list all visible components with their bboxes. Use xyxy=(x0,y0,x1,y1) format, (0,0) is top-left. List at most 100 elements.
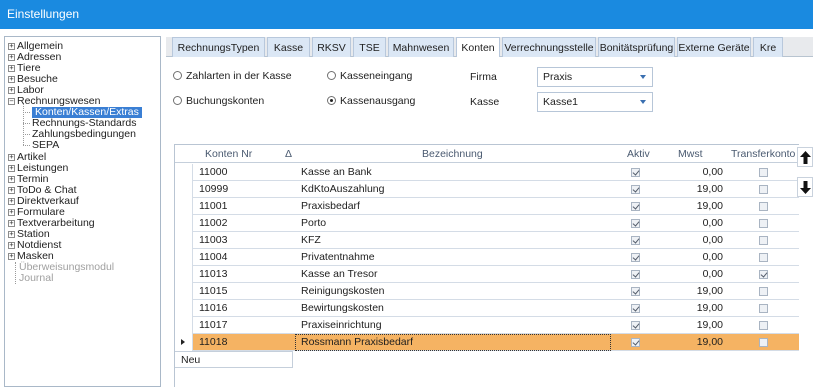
aktiv-checkbox[interactable] xyxy=(631,304,640,313)
row-indicator[interactable] xyxy=(175,266,193,283)
column-header-konten-nr[interactable]: Konten Nr xyxy=(205,145,252,163)
table-row[interactable]: 11001 Praxisbedarf 19,00 xyxy=(175,198,799,215)
cell-bezeichnung[interactable]: KFZ xyxy=(301,232,321,249)
expand-plus-icon[interactable]: + xyxy=(8,219,15,227)
cell-bezeichnung[interactable]: Privatentnahme xyxy=(301,249,375,266)
cell-mwst[interactable]: 0,00 xyxy=(665,232,723,249)
table-row[interactable]: 11018 Rossmann Praxisbedarf 19,00 xyxy=(175,334,799,351)
aktiv-checkbox[interactable] xyxy=(631,338,640,347)
tab-tse[interactable]: TSE xyxy=(353,37,386,57)
row-indicator[interactable] xyxy=(175,300,193,317)
row-indicator[interactable] xyxy=(175,198,193,215)
move-down-button[interactable] xyxy=(797,177,813,197)
collapse-minus-icon[interactable]: − xyxy=(8,98,15,106)
transferkonto-checkbox[interactable] xyxy=(759,202,768,211)
cell-konten-nr[interactable]: 10999 xyxy=(199,181,228,198)
cell-bezeichnung[interactable]: Bewirtungskosten xyxy=(301,300,384,317)
aktiv-checkbox[interactable] xyxy=(631,168,640,177)
tab-kasse[interactable]: Kasse xyxy=(267,37,310,57)
radio-buchungskonten[interactable]: Buchungskonten xyxy=(173,95,264,108)
column-header-mwst[interactable]: Mwst xyxy=(678,145,703,163)
firma-dropdown[interactable]: Praxis xyxy=(537,67,653,87)
expand-plus-icon[interactable]: + xyxy=(8,76,15,84)
new-row-cell[interactable]: Neu xyxy=(175,351,293,368)
transferkonto-checkbox[interactable] xyxy=(759,168,768,177)
expand-plus-icon[interactable]: + xyxy=(8,164,15,172)
expand-plus-icon[interactable]: + xyxy=(8,241,15,249)
cell-konten-nr[interactable]: 11004 xyxy=(199,249,227,266)
cell-mwst[interactable]: 19,00 xyxy=(665,317,723,334)
tab-mahnwesen[interactable]: Mahnwesen xyxy=(388,37,454,57)
cell-mwst[interactable]: 0,00 xyxy=(665,249,723,266)
cell-mwst[interactable]: 0,00 xyxy=(665,215,723,232)
radio-kasseneingang[interactable]: Kasseneingang xyxy=(327,70,412,83)
radio-zahlarten-in-der-kasse[interactable]: Zahlarten in der Kasse xyxy=(173,70,292,83)
expand-plus-icon[interactable]: + xyxy=(8,65,15,73)
column-header-aktiv[interactable]: Aktiv xyxy=(627,145,650,163)
cell-mwst[interactable]: 19,00 xyxy=(665,198,723,215)
tab-rechnungstypen[interactable]: RechnungsTypen xyxy=(172,37,265,57)
aktiv-checkbox[interactable] xyxy=(631,185,640,194)
transferkonto-checkbox[interactable] xyxy=(759,253,768,262)
tab-bonitätsprüfung[interactable]: Bonitätsprüfung xyxy=(598,37,675,57)
tab-rksv[interactable]: RKSV xyxy=(312,37,351,57)
tab-kre[interactable]: Kre xyxy=(753,37,783,57)
expand-plus-icon[interactable]: + xyxy=(8,54,15,62)
aktiv-checkbox[interactable] xyxy=(631,202,640,211)
aktiv-checkbox[interactable] xyxy=(631,236,640,245)
table-row[interactable]: 11015 Reinigungskosten 19,00 xyxy=(175,283,799,300)
cell-konten-nr[interactable]: 11003 xyxy=(199,232,227,249)
cell-konten-nr[interactable]: 11018 xyxy=(199,334,227,351)
table-row[interactable]: 11003 KFZ 0,00 xyxy=(175,232,799,249)
expand-plus-icon[interactable]: + xyxy=(8,197,15,205)
table-row[interactable]: 11016 Bewirtungskosten 19,00 xyxy=(175,300,799,317)
cell-mwst[interactable]: 0,00 xyxy=(665,164,723,181)
row-indicator[interactable] xyxy=(175,334,193,351)
expand-plus-icon[interactable]: + xyxy=(8,252,15,260)
table-row[interactable]: 11002 Porto 0,00 xyxy=(175,215,799,232)
row-indicator[interactable] xyxy=(175,215,193,232)
cell-bezeichnung[interactable]: Kasse an Bank xyxy=(301,164,372,181)
move-up-button[interactable] xyxy=(797,147,813,167)
cell-mwst[interactable]: 19,00 xyxy=(665,334,723,351)
cell-konten-nr[interactable]: 11016 xyxy=(199,300,227,317)
aktiv-checkbox[interactable] xyxy=(631,287,640,296)
transferkonto-checkbox[interactable] xyxy=(759,270,768,279)
row-indicator[interactable] xyxy=(175,181,193,198)
expand-plus-icon[interactable]: + xyxy=(8,230,15,238)
table-row[interactable]: 10999 KdKtoAuszahlung 19,00 xyxy=(175,181,799,198)
expand-plus-icon[interactable]: + xyxy=(8,208,15,216)
expand-plus-icon[interactable]: + xyxy=(8,43,15,50)
expand-plus-icon[interactable]: + xyxy=(8,153,15,161)
cell-konten-nr[interactable]: 11015 xyxy=(199,283,227,300)
transferkonto-checkbox[interactable] xyxy=(759,321,768,330)
transferkonto-checkbox[interactable] xyxy=(759,304,768,313)
table-row[interactable]: 11013 Kasse an Tresor 0,00 xyxy=(175,266,799,283)
kasse-dropdown[interactable]: Kasse1 xyxy=(537,92,653,112)
settings-tree[interactable]: + Allgemein + Adressen + Tiere + Besuche + Labor −… xyxy=(4,36,161,387)
row-indicator[interactable] xyxy=(175,232,193,249)
aktiv-checkbox[interactable] xyxy=(631,270,640,279)
new-row[interactable]: Neu xyxy=(175,351,799,368)
row-indicator[interactable] xyxy=(175,317,193,334)
radio-kassenausgang[interactable]: Kassenausgang xyxy=(327,95,415,108)
column-header-bezeichnung[interactable]: Bezeichnung xyxy=(422,145,483,163)
aktiv-checkbox[interactable] xyxy=(631,253,640,262)
row-indicator[interactable] xyxy=(175,249,193,266)
cell-bezeichnung[interactable]: Porto xyxy=(301,215,326,232)
expand-plus-icon[interactable]: + xyxy=(8,87,15,95)
row-indicator[interactable] xyxy=(175,164,193,181)
transferkonto-checkbox[interactable] xyxy=(759,219,768,228)
cell-konten-nr[interactable]: 11017 xyxy=(199,317,227,334)
cell-mwst[interactable]: 0,00 xyxy=(665,266,723,283)
transferkonto-checkbox[interactable] xyxy=(759,287,768,296)
cell-konten-nr[interactable]: 11001 xyxy=(199,198,227,215)
cell-mwst[interactable]: 19,00 xyxy=(665,283,723,300)
cell-bezeichnung[interactable]: KdKtoAuszahlung xyxy=(301,181,384,198)
cell-konten-nr[interactable]: 11002 xyxy=(199,215,227,232)
tab-verrechnungsstelle[interactable]: Verrechnungsstelle xyxy=(502,37,596,57)
cell-mwst[interactable]: 19,00 xyxy=(665,181,723,198)
aktiv-checkbox[interactable] xyxy=(631,219,640,228)
cell-bezeichnung[interactable]: Reinigungskosten xyxy=(301,283,384,300)
tab-konten[interactable]: Konten xyxy=(456,37,500,58)
